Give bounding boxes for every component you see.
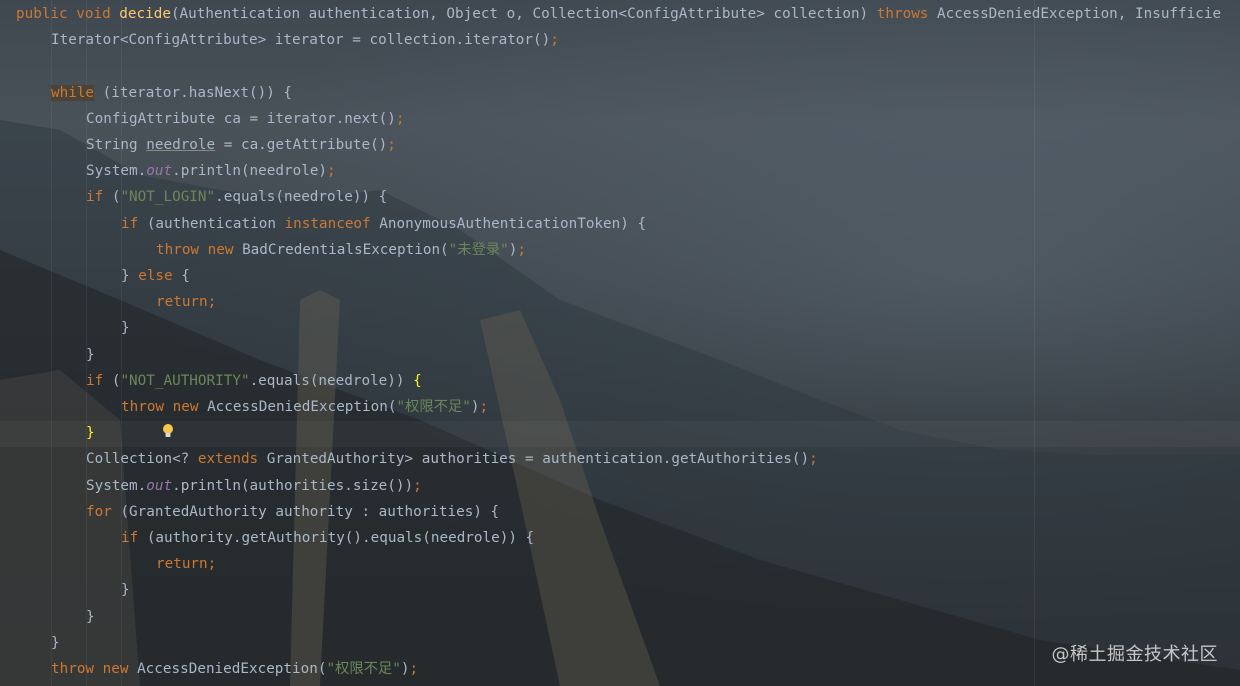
- code-token: ;: [550, 32, 559, 49]
- code-token: public void: [16, 6, 120, 22]
- code-token: (Authentication authentication, Object o…: [170, 6, 877, 22]
- code-token: throw new: [51, 661, 138, 677]
- code-line[interactable]: System.out.println(needrole);: [86, 158, 336, 184]
- code-token: "NOT_AUTHORITY": [120, 372, 250, 389]
- code-token: out: [146, 477, 173, 494]
- right-margin-guide: [1034, 0, 1035, 686]
- code-token: throw new: [121, 399, 208, 415]
- code-token: (authentication: [146, 215, 285, 232]
- code-line[interactable]: if ("NOT_AUTHORITY".equals(needrole)) {: [86, 368, 422, 394]
- code-token: AnonymousAuthenticationToken) {: [379, 215, 647, 232]
- code-token: .equals(needrole)): [249, 372, 414, 389]
- code-token: ;: [387, 137, 396, 153]
- code-token: "NOT_LOGIN": [120, 189, 216, 206]
- code-token: .println(authorities.size()): [172, 477, 414, 494]
- code-line[interactable]: }: [51, 630, 60, 656]
- code-token: "未登录": [448, 241, 509, 258]
- code-token: extends: [197, 451, 267, 468]
- code-token: ;: [395, 110, 405, 127]
- code-token: if: [86, 189, 112, 206]
- code-token: instanceof: [284, 215, 380, 232]
- code-token: needrole: [146, 137, 216, 153]
- code-token: }: [86, 608, 95, 625]
- code-token: ConfigAttribute ca = iterator.next(): [86, 110, 396, 127]
- code-token: throw new: [156, 241, 243, 258]
- code-line[interactable]: throw new BadCredentialsException("未登录")…: [156, 237, 526, 263]
- code-token: }: [51, 634, 60, 651]
- code-line[interactable]: while (iterator.hasNext()) {: [51, 80, 292, 106]
- code-line[interactable]: }: [121, 315, 130, 341]
- code-line[interactable]: public void decide(Authentication authen…: [16, 1, 1221, 27]
- code-token: System.: [86, 477, 147, 494]
- code-token: String: [86, 137, 147, 153]
- code-token: if: [86, 372, 112, 389]
- code-token: }: [121, 320, 130, 337]
- code-token: = ca.getAttribute(): [215, 137, 388, 153]
- code-token: ;: [413, 477, 422, 494]
- code-token: if: [121, 530, 147, 546]
- code-token: }: [121, 268, 139, 284]
- code-token: if: [121, 215, 147, 232]
- code-line[interactable]: } else {: [121, 263, 190, 289]
- code-token: BadCredentialsException(: [242, 241, 449, 258]
- code-token: System.: [86, 163, 147, 180]
- code-token: }: [86, 425, 95, 442]
- code-line[interactable]: if (authority.getAuthority().equals(need…: [121, 525, 534, 551]
- code-token: {: [181, 268, 190, 284]
- code-token: AccessDeniedException, Insufficie: [937, 6, 1222, 22]
- code-token: return: [156, 294, 208, 311]
- code-token: (GrantedAuthority authority : authoritie…: [120, 503, 500, 520]
- code-line[interactable]: }: [86, 420, 95, 446]
- code-token: return: [156, 556, 208, 573]
- code-token: ;: [327, 163, 336, 180]
- code-token: GrantedAuthority> authorities = authenti…: [266, 451, 810, 468]
- code-token: }: [121, 582, 130, 599]
- code-token: for: [86, 503, 121, 520]
- code-line[interactable]: String needrole = ca.getAttribute();: [86, 132, 396, 158]
- watermark: @稀土掘金技术社区: [1051, 644, 1218, 665]
- code-token: else: [138, 268, 182, 284]
- code-line[interactable]: return;: [156, 551, 216, 577]
- code-token: ;: [409, 661, 419, 677]
- code-line[interactable]: }: [86, 342, 95, 368]
- code-token: out: [146, 163, 173, 180]
- code-token: "权限不足": [326, 661, 401, 677]
- code-token: while: [51, 84, 95, 101]
- code-line[interactable]: Collection<? extends GrantedAuthority> a…: [86, 446, 818, 472]
- code-token: ;: [479, 399, 489, 415]
- code-token: Iterator<ConfigAttribute> iterator = col…: [51, 32, 551, 49]
- code-token: AccessDeniedException(: [207, 399, 397, 415]
- lightbulb-icon[interactable]: [162, 423, 174, 439]
- code-line[interactable]: if (authentication instanceof AnonymousA…: [121, 211, 646, 237]
- code-token: throws: [876, 6, 938, 22]
- code-line[interactable]: }: [86, 604, 95, 630]
- code-line[interactable]: }: [121, 577, 130, 603]
- code-token: (iterator.hasNext()) {: [94, 84, 293, 101]
- code-line[interactable]: ConfigAttribute ca = iterator.next();: [86, 106, 404, 132]
- code-token: "权限不足": [396, 399, 471, 415]
- code-line[interactable]: for (GrantedAuthority authority : author…: [86, 499, 499, 525]
- code-token: ;: [517, 241, 526, 258]
- code-line[interactable]: throw new AccessDeniedException("权限不足");: [121, 394, 488, 420]
- code-token: decide: [119, 6, 171, 22]
- code-line[interactable]: if ("NOT_LOGIN".equals(needrole)) {: [86, 184, 387, 210]
- code-line[interactable]: Iterator<ConfigAttribute> iterator = col…: [51, 27, 559, 53]
- code-token: Collection<?: [86, 451, 198, 468]
- code-token: ;: [207, 556, 217, 573]
- code-token: AccessDeniedException(: [137, 661, 327, 677]
- code-token: }: [86, 346, 95, 363]
- code-token: .println(needrole): [172, 163, 328, 180]
- current-line-highlight: [0, 421, 1240, 447]
- code-line[interactable]: throw new AccessDeniedException("权限不足");: [51, 656, 418, 682]
- code-line[interactable]: return;: [156, 289, 216, 315]
- code-token: (authority.getAuthority().equals(needrol…: [146, 530, 535, 546]
- code-token: ;: [207, 294, 217, 311]
- code-token: ;: [809, 451, 818, 468]
- code-line[interactable]: System.out.println(authorities.size());: [86, 473, 422, 499]
- code-token: {: [413, 372, 422, 389]
- code-token: .equals(needrole)) {: [215, 189, 388, 206]
